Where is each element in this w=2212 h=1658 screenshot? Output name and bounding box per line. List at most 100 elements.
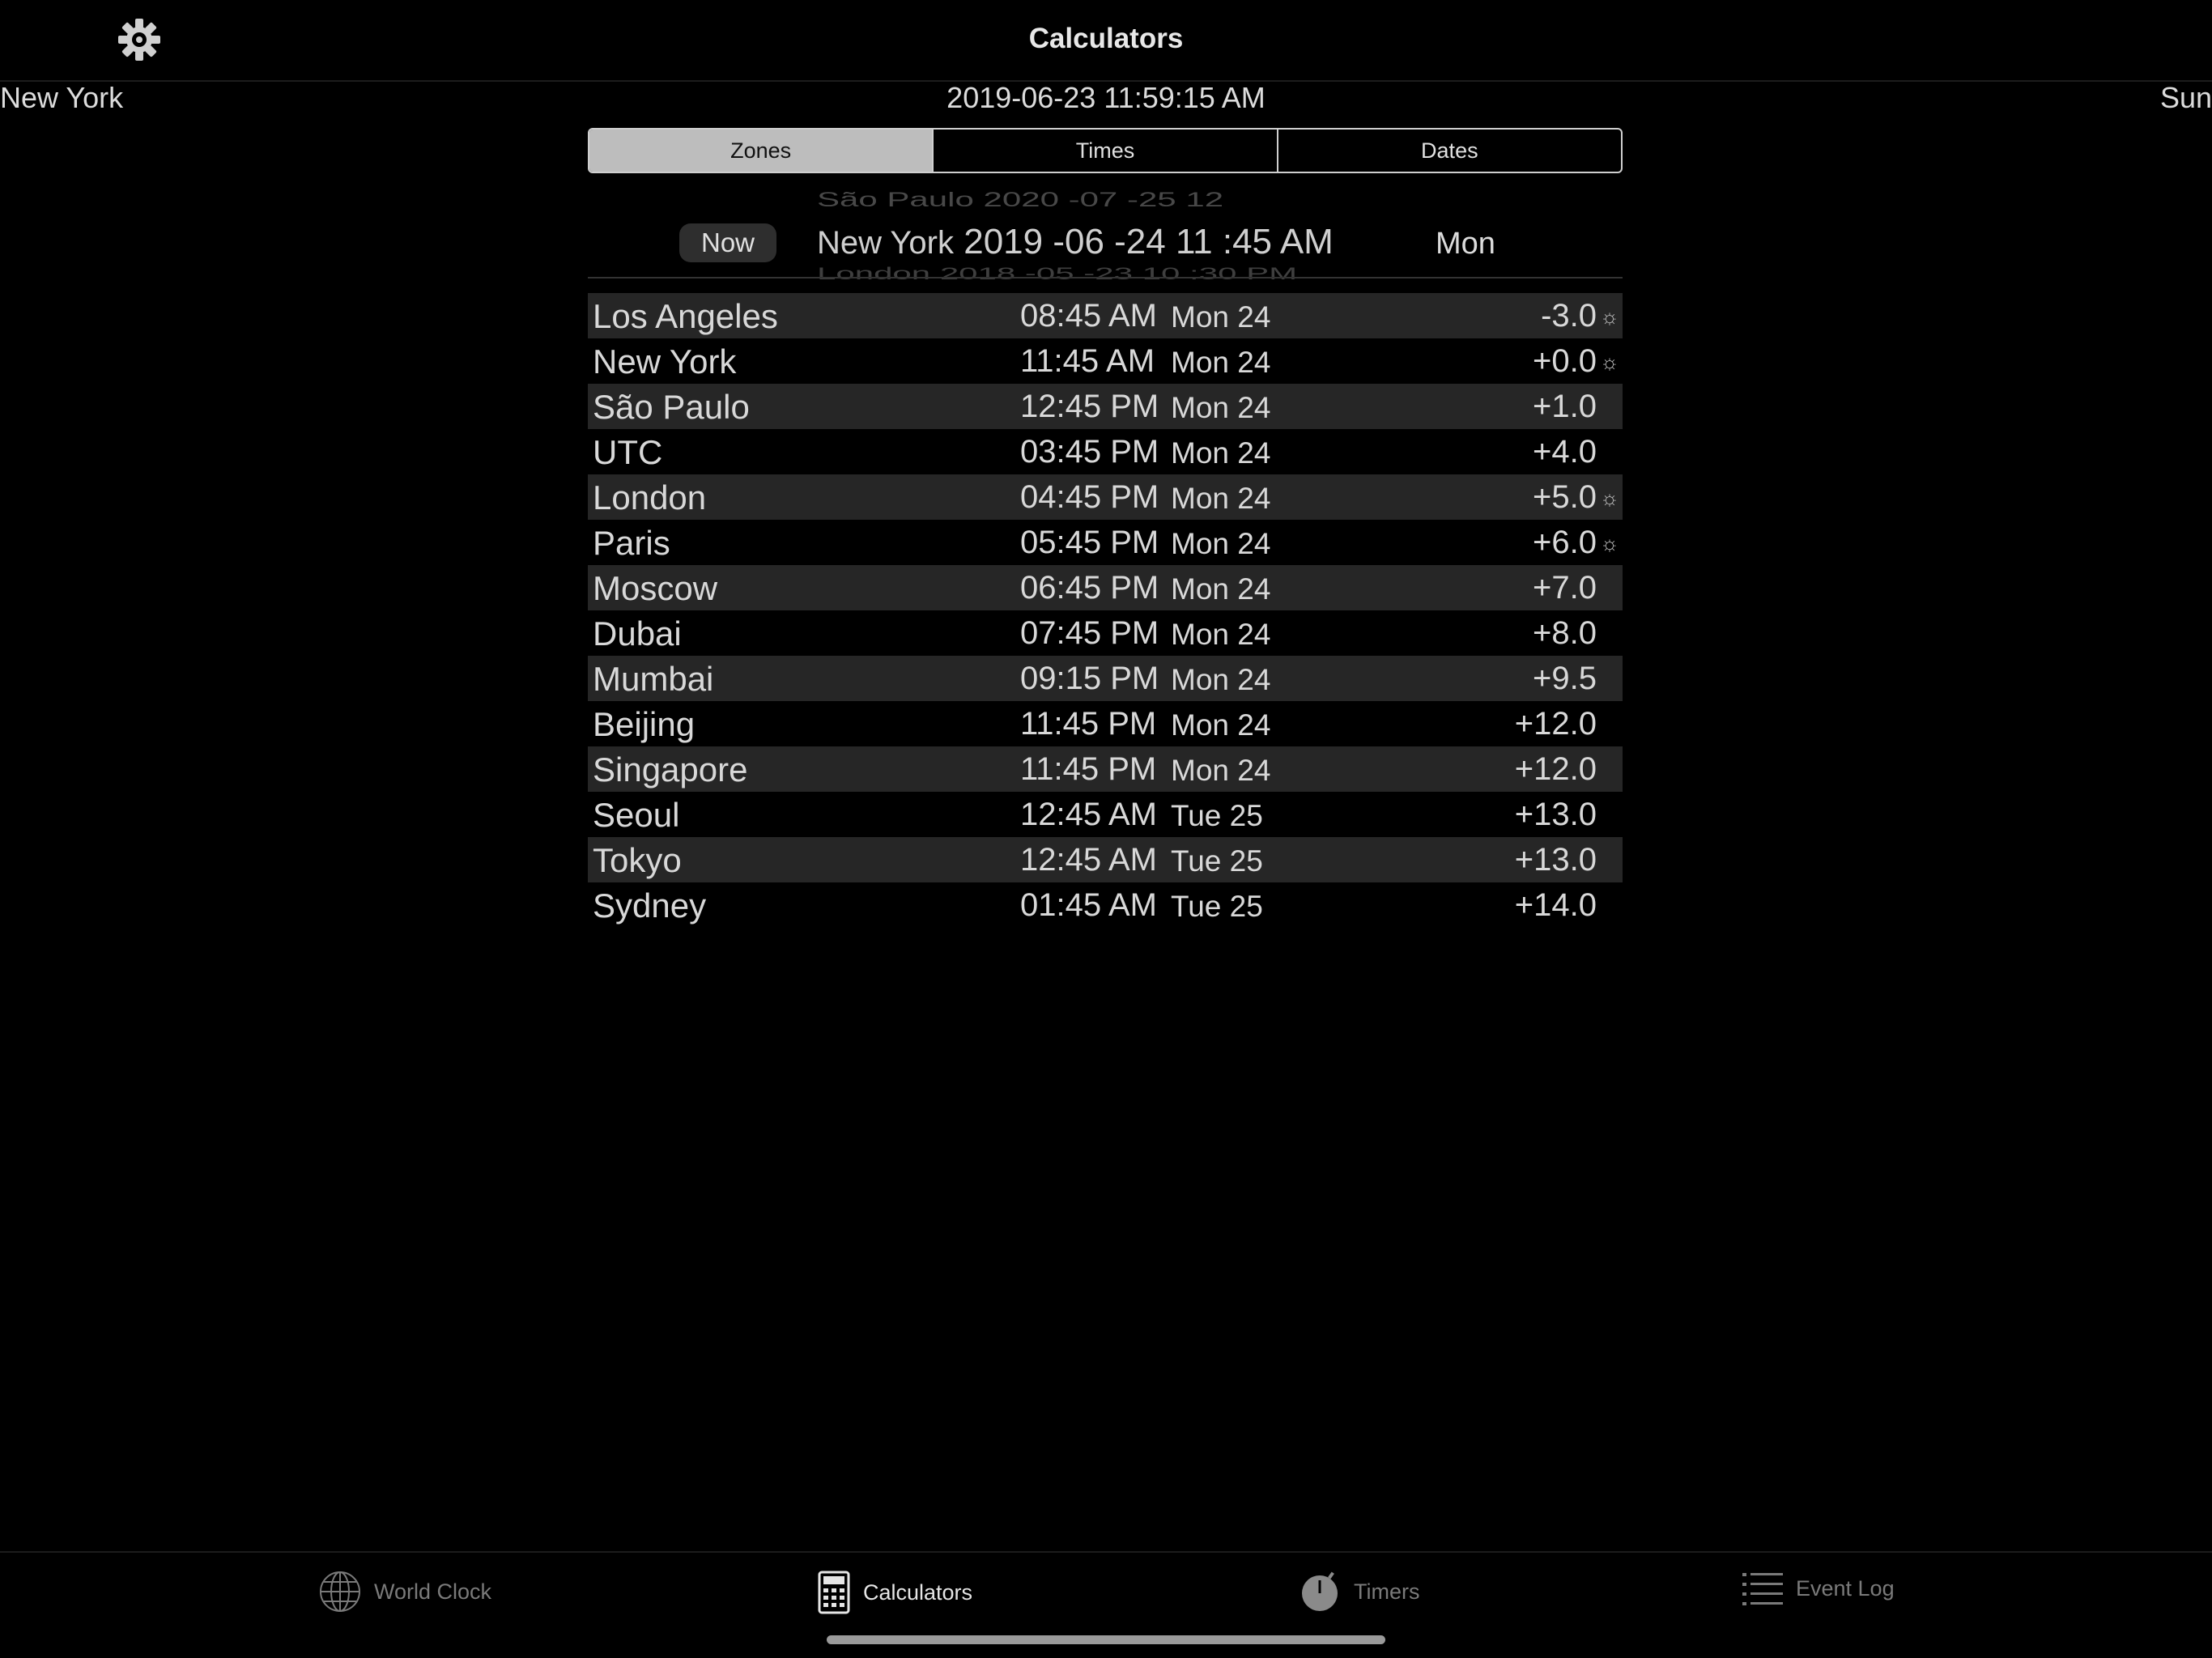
zone-city: UTC	[593, 433, 663, 471]
tab-label: Timers	[1354, 1579, 1420, 1604]
zone-time: 09:15 PM	[1020, 661, 1159, 696]
zone-time: 11:45 AM	[1020, 343, 1155, 379]
zone-offset: +8.0	[1533, 615, 1597, 651]
current-datetime: 2019-06-23 11:59:15 AM	[946, 81, 1266, 114]
picker-zone: New York	[817, 225, 954, 261]
now-button[interactable]: Now	[679, 223, 776, 262]
zone-day: Mon 24	[1171, 754, 1271, 787]
tab-label: Calculators	[863, 1579, 973, 1605]
zone-time: 06:45 PM	[1020, 570, 1159, 606]
zone-row[interactable]: Seoul 12:45 AM Tue 25 +13.0	[588, 792, 1623, 837]
zone-row[interactable]: Sydney 01:45 AM Tue 25 +14.0	[588, 882, 1623, 928]
zone-offset: +12.0	[1514, 706, 1597, 742]
zone-city: São Paulo	[593, 388, 750, 426]
zone-row[interactable]: Paris 05:45 PM Mon 24 +6.0 ☼	[588, 520, 1623, 565]
zone-day: Mon 24	[1171, 708, 1271, 742]
zone-row[interactable]: Dubai 07:45 PM Mon 24 +8.0	[588, 610, 1623, 656]
zone-offset: +4.0	[1533, 434, 1597, 470]
zone-day: Mon 24	[1171, 300, 1271, 334]
zone-city: Beijing	[593, 705, 696, 743]
segment-dates[interactable]: Dates	[1276, 130, 1621, 172]
zone-offset: +5.0	[1533, 479, 1597, 515]
zone-offset: +12.0	[1514, 751, 1597, 787]
zone-row[interactable]: UTC 03:45 PM Mon 24 +4.0	[588, 429, 1623, 474]
zone-offset: +7.0	[1533, 570, 1597, 606]
zone-offset: +14.0	[1514, 887, 1597, 923]
zone-row[interactable]: Los Angeles 08:45 AM Mon 24 -3.0 ☼	[588, 293, 1623, 338]
zone-row[interactable]: São Paulo 12:45 PM Mon 24 +1.0	[588, 384, 1623, 429]
zone-day: Mon 24	[1171, 391, 1271, 424]
zone-time: 01:45 AM	[1020, 887, 1158, 923]
zone-row[interactable]: Singapore 11:45 PM Mon 24 +12.0	[588, 746, 1623, 792]
dst-sun-icon: ☼	[1600, 486, 1619, 510]
zone-city: Singapore	[593, 750, 748, 789]
zone-day: Mon 24	[1171, 436, 1271, 470]
picker-weekday: Mon	[1436, 227, 1495, 261]
zone-time: 11:45 PM	[1020, 706, 1157, 742]
zone-time: 04:45 PM	[1020, 479, 1159, 515]
tab-calculators[interactable]: Calculators	[818, 1571, 972, 1614]
segment-zones[interactable]: Zones	[589, 130, 933, 172]
zone-time: 08:45 AM	[1020, 298, 1158, 334]
zone-day: Tue 25	[1171, 844, 1263, 878]
zone-city: Tokyo	[593, 841, 682, 879]
zone-row[interactable]: New York 11:45 AM Mon 24 +0.0 ☼	[588, 338, 1623, 384]
zone-city: Los Angeles	[593, 297, 778, 335]
zone-day: Mon 24	[1171, 618, 1271, 651]
tab-label: Event Log	[1796, 1575, 1895, 1601]
zone-offset: +6.0	[1533, 525, 1597, 560]
zone-day: Tue 25	[1171, 890, 1263, 923]
picker-row-next[interactable]: London 2018 -05 -23 10 :30 PM	[817, 264, 1297, 283]
tab-world-clock[interactable]: World Clock	[319, 1571, 491, 1613]
dst-sun-icon: ☼	[1600, 304, 1619, 329]
dst-sun-icon: ☼	[1600, 350, 1619, 374]
segment-times[interactable]: Times	[932, 130, 1276, 172]
zone-city: Moscow	[593, 569, 718, 607]
zone-day: Tue 25	[1171, 799, 1263, 832]
zone-city: Seoul	[593, 796, 680, 834]
zone-time: 03:45 PM	[1020, 434, 1159, 470]
zone-time: 07:45 PM	[1020, 615, 1159, 651]
stopwatch-icon	[1302, 1571, 1338, 1611]
picker-row-selected[interactable]: New York 2019 -06 -24 11 :45 AM	[817, 222, 1334, 262]
picker-row-prev[interactable]: São Paulo 2020 -07 -25 12	[817, 188, 1223, 211]
current-weekday: Sun	[2159, 81, 2212, 114]
dst-sun-icon: ☼	[1600, 531, 1619, 555]
list-icon	[1742, 1573, 1783, 1605]
tabbar-divider	[0, 1551, 2212, 1553]
zone-time: 12:45 AM	[1020, 797, 1158, 832]
zone-offset: +0.0	[1533, 343, 1597, 379]
zone-city: Sydney	[593, 886, 707, 925]
zone-time: 11:45 PM	[1020, 751, 1157, 787]
zone-row[interactable]: Moscow 06:45 PM Mon 24 +7.0	[588, 565, 1623, 610]
zone-offset: +13.0	[1514, 842, 1597, 878]
zone-city: Dubai	[593, 614, 682, 653]
zone-time: 05:45 PM	[1020, 525, 1159, 560]
picker-datetime: 2019 -06 -24 11 :45 AM	[963, 222, 1334, 261]
zone-row[interactable]: London 04:45 PM Mon 24 +5.0 ☼	[588, 474, 1623, 520]
zone-day: Mon 24	[1171, 482, 1271, 515]
zone-city: Mumbai	[593, 660, 714, 698]
zone-city: New York	[593, 342, 737, 380]
tab-label: World Clock	[374, 1579, 492, 1604]
zone-row[interactable]: Tokyo 12:45 AM Tue 25 +13.0	[588, 837, 1623, 882]
zone-city: Paris	[593, 524, 670, 562]
tab-timers[interactable]: Timers	[1299, 1571, 1420, 1613]
tab-event-log[interactable]: Event Log	[1742, 1571, 1895, 1606]
zone-day: Mon 24	[1171, 572, 1271, 606]
zone-row[interactable]: Mumbai 09:15 PM Mon 24 +9.5	[588, 656, 1623, 701]
zone-time: 12:45 PM	[1020, 389, 1159, 424]
zone-offset: +1.0	[1533, 389, 1597, 424]
page-title: Calculators	[1028, 23, 1184, 54]
home-indicator	[827, 1635, 1385, 1644]
zone-offset: +13.0	[1514, 797, 1597, 832]
zone-offset: +9.5	[1533, 661, 1597, 696]
zone-offset: -3.0	[1541, 298, 1597, 334]
zone-time: 12:45 AM	[1020, 842, 1158, 878]
mode-segmented-control: Zones Times Dates	[588, 128, 1623, 173]
zone-day: Mon 24	[1171, 527, 1271, 560]
calculator-icon	[818, 1571, 850, 1614]
zone-row[interactable]: Beijing 11:45 PM Mon 24 +12.0	[588, 701, 1623, 746]
zone-day: Mon 24	[1171, 346, 1271, 379]
zones-table: Los Angeles 08:45 AM Mon 24 -3.0 ☼ New York 11…	[588, 293, 1623, 928]
